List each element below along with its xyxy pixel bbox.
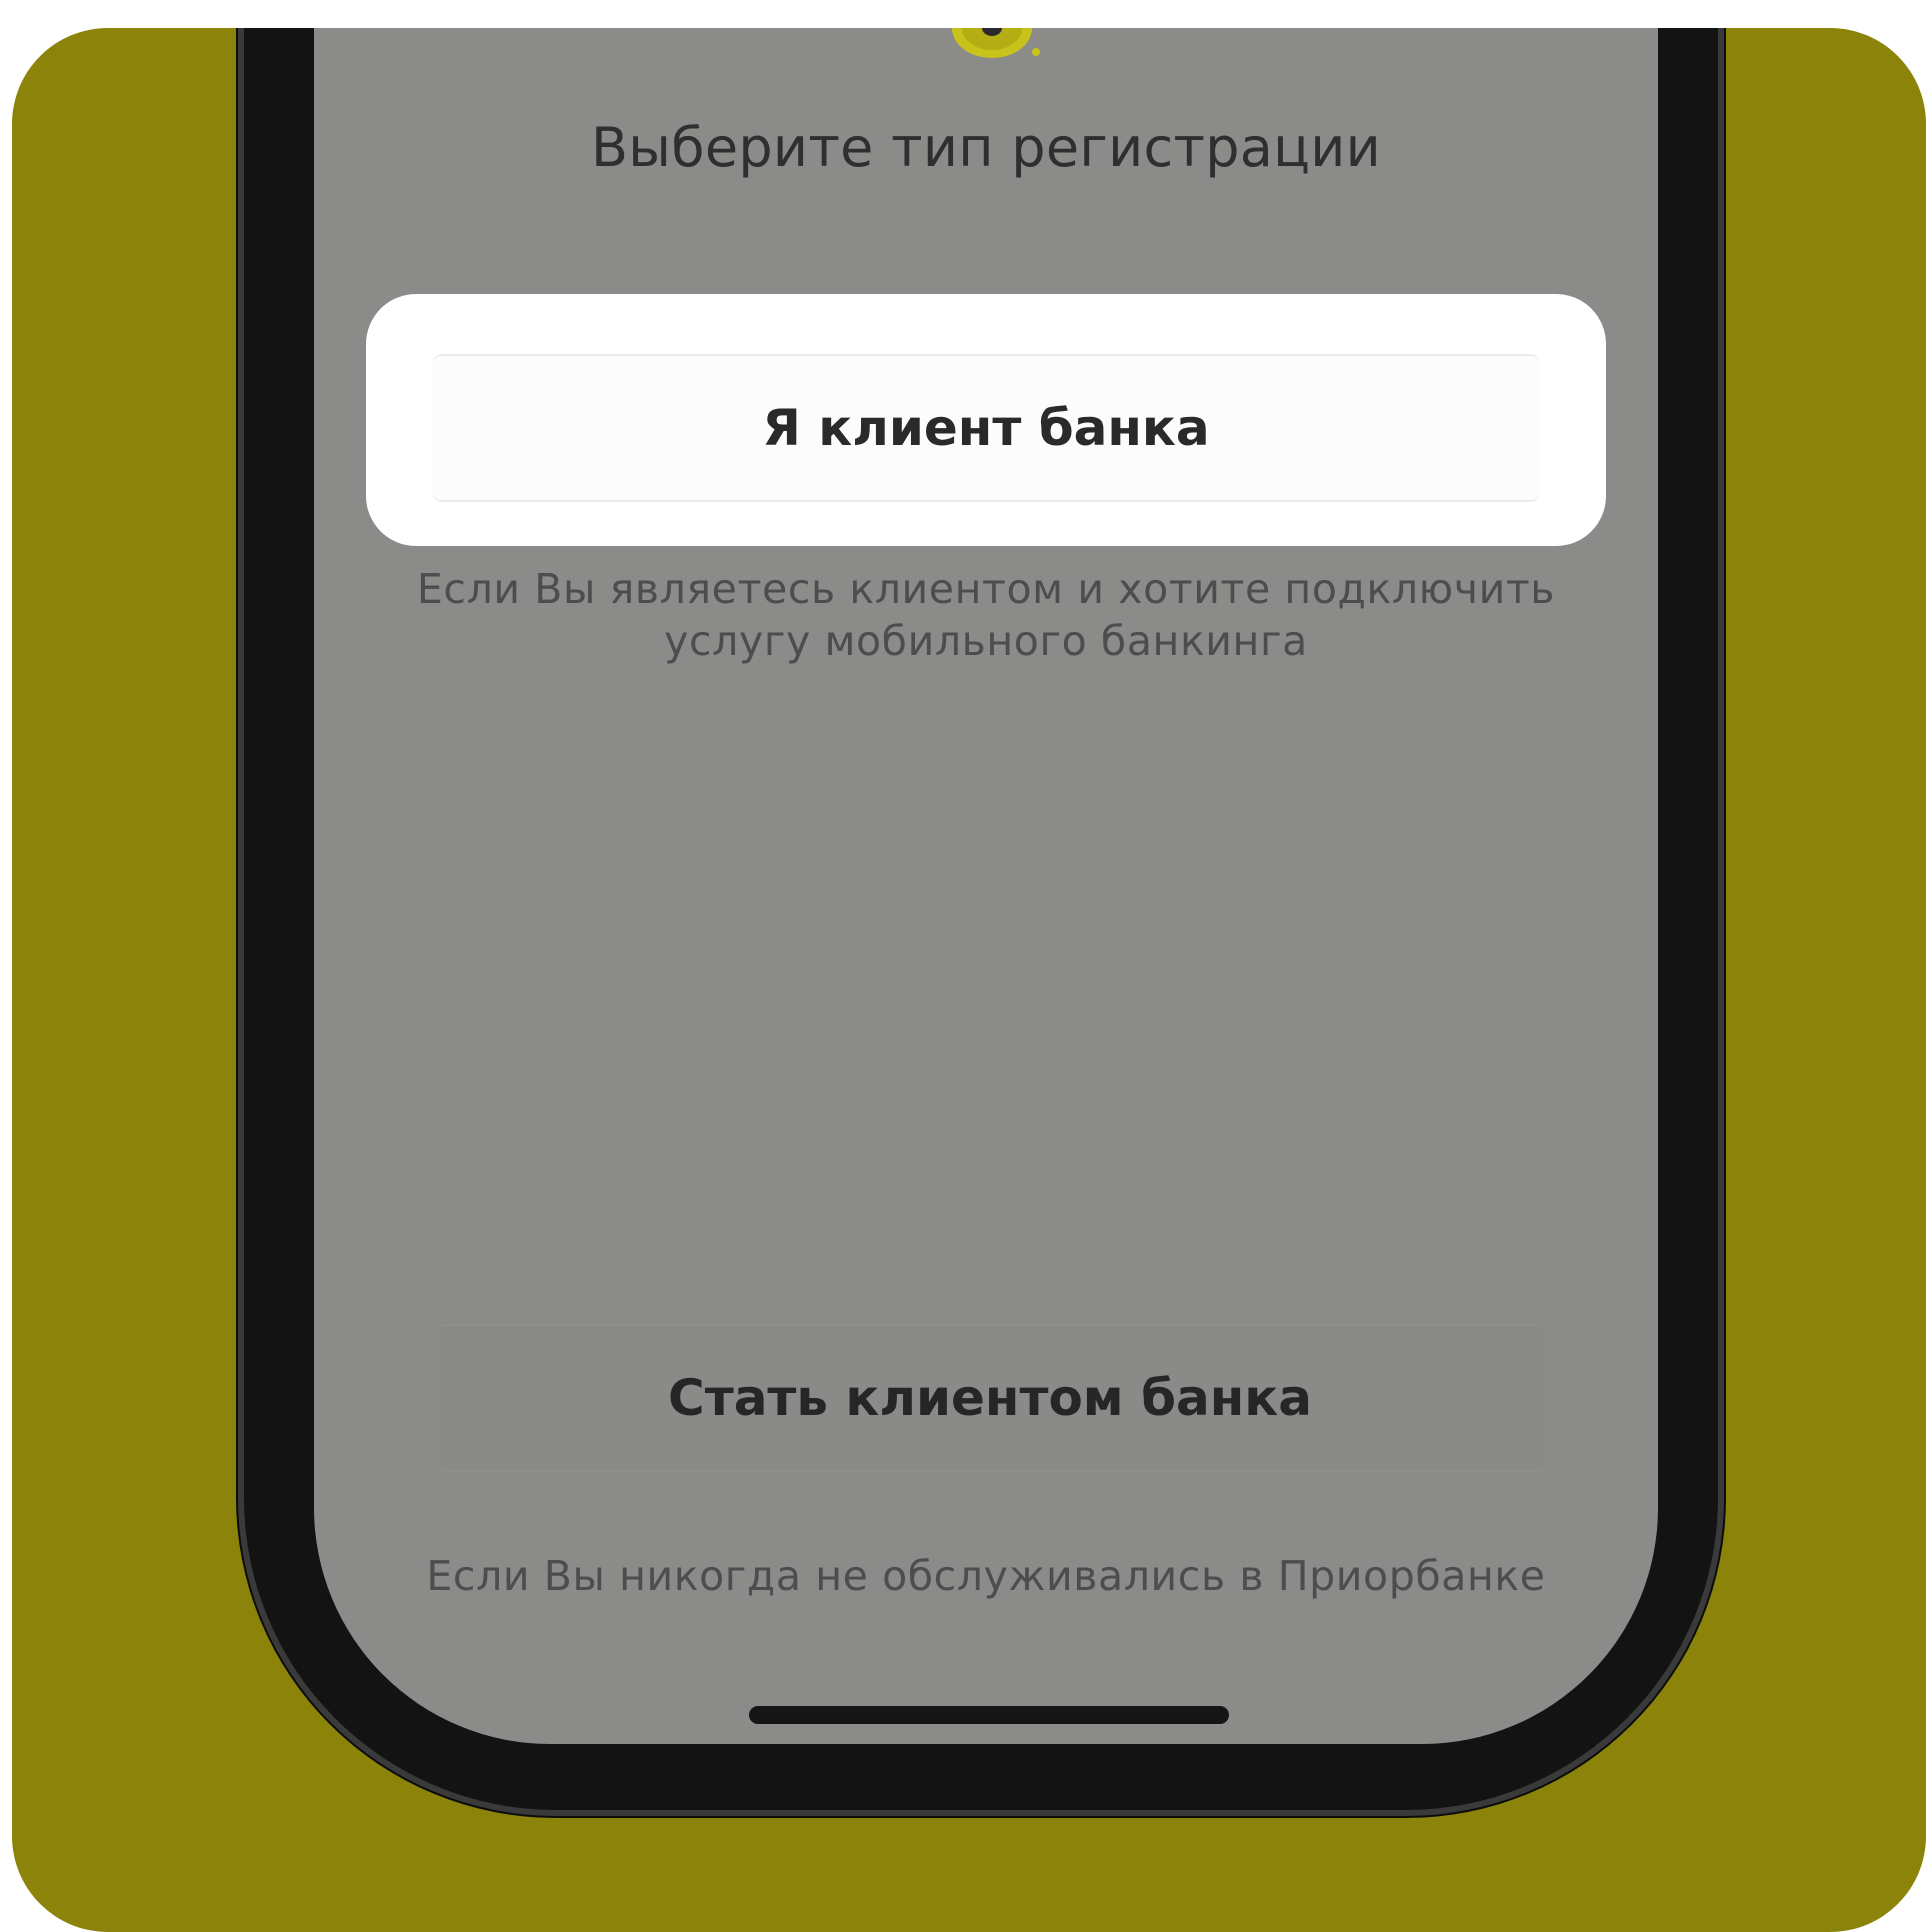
phone-screen: Выберите тип регистрации Я клиент банка … [314,28,1658,1744]
client-option-description: Если Вы являетесь клиентом и хотите подк… [416,565,1556,665]
background-card: Выберите тип регистрации Я клиент банка … [12,28,1926,1932]
home-indicator[interactable] [749,1706,1229,1724]
become-client-button[interactable]: Стать клиентом банка [436,1324,1544,1472]
bank-logo-icon [952,28,1040,58]
client-option-highlight: Я клиент банка [366,294,1606,546]
page-title: Выберите тип регистрации [590,116,1382,179]
become-client-description: Если Вы никогда не обслуживались в Приор… [426,1552,1546,1600]
i-am-client-button[interactable]: Я клиент банка [432,354,1540,502]
